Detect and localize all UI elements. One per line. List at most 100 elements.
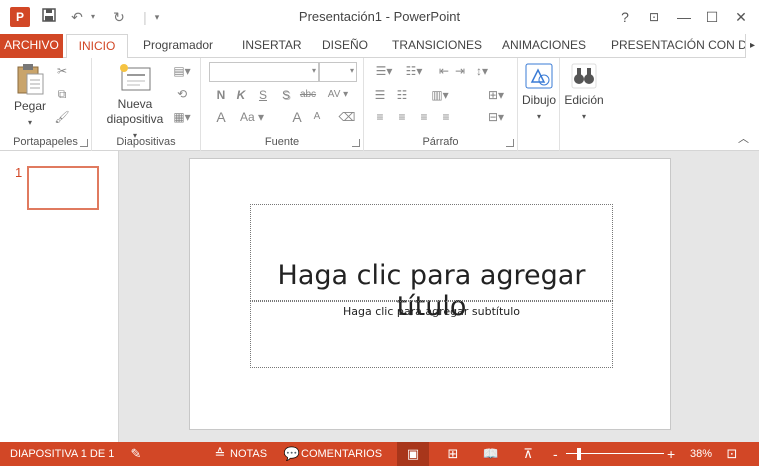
new-slide-button[interactable]: Nueva diapositiva ▾ xyxy=(104,62,166,143)
group-label-clipboard: Portapapeles xyxy=(13,136,78,148)
layout-icon[interactable]: ▤▾ xyxy=(168,62,196,80)
subtitle-placeholder[interactable]: Haga clic para agregar subtítulo xyxy=(250,301,613,368)
bold-button[interactable]: N xyxy=(211,86,231,104)
paste-label: Pegar xyxy=(13,99,47,113)
font-size-combobox[interactable]: ▾ xyxy=(319,62,357,82)
zoom-level[interactable]: 38% xyxy=(690,442,712,466)
align-left-icon[interactable]: ≡ xyxy=(370,108,390,126)
copy-icon[interactable]: ⧉ xyxy=(52,85,72,103)
convert-smartart-icon[interactable]: ⊟▾ xyxy=(482,108,510,126)
fit-to-window-icon[interactable]: ⊡ xyxy=(723,446,741,462)
paragraph-dialog-launcher[interactable] xyxy=(506,139,514,147)
change-case-label: Aa xyxy=(239,110,255,124)
align-center-icon[interactable]: ≡ xyxy=(392,108,412,126)
reset-icon[interactable]: ⟲ xyxy=(168,85,196,103)
tab-developer[interactable]: Programador xyxy=(137,34,219,58)
tab-insert[interactable]: INSERTAR xyxy=(236,34,308,58)
paste-dropdown-icon: ▾ xyxy=(27,118,32,127)
slideshow-view-icon[interactable]: ⊼ xyxy=(519,446,537,462)
notes-button[interactable]: NOTAS xyxy=(230,442,267,466)
tab-animations[interactable]: ANIMACIONES xyxy=(496,34,592,58)
numbered-list-icon[interactable]: ☷ xyxy=(392,86,412,104)
group-slides: Nueva diapositiva ▾ ▤▾ ⟲ ▦▾ Diapositivas xyxy=(92,58,201,151)
reading-view-icon[interactable]: 📖 xyxy=(482,446,500,462)
grow-font-button[interactable]: A xyxy=(287,108,307,126)
close-button[interactable]: ✕ xyxy=(729,6,753,28)
editing-label: Edición xyxy=(564,93,604,107)
undo-dropdown-icon[interactable]: ▾ xyxy=(84,8,102,26)
group-label-font: Fuente xyxy=(264,136,300,148)
character-spacing-label: AV xyxy=(327,89,341,100)
drawing-dropdown-icon: ▾ xyxy=(536,112,541,121)
new-slide-label-line2: diapositiva xyxy=(106,112,164,126)
work-area: 1 Haga clic para agregar título Haga cli… xyxy=(0,151,759,442)
slide-sorter-icon[interactable]: ⊞ xyxy=(444,446,462,462)
slide-counter[interactable]: DIAPOSITIVA 1 DE 1 xyxy=(10,442,114,466)
minimize-button[interactable]: — xyxy=(672,6,696,28)
status-bar: DIAPOSITIVA 1 DE 1 ✎ ≙ NOTAS 💬 COMENTARI… xyxy=(0,442,759,466)
font-family-combobox[interactable]: ▾ xyxy=(209,62,319,82)
redo-icon[interactable]: ↻ xyxy=(110,8,128,26)
save-icon[interactable] xyxy=(40,8,58,26)
clear-formatting-button[interactable]: ⌫ xyxy=(337,108,357,126)
shapes-icon xyxy=(525,63,553,89)
group-paragraph: ☰▾ ☷▾ ⇤ ⇥ ↕▾ ☰ ☷ ▥▾ ≡ ≡ ≡ ≡ ⇅ ⊞▾ ⊟▾ Párr… xyxy=(364,58,518,151)
collapse-ribbon-button[interactable]: ︿ xyxy=(738,130,749,146)
numbering-icon[interactable]: ☷▾ xyxy=(400,62,428,80)
customize-quick-access-icon[interactable]: ▾ xyxy=(148,8,166,26)
group-editing: Edición ▾ xyxy=(560,58,608,151)
strikethrough-button[interactable]: abc xyxy=(298,86,318,104)
tab-design[interactable]: DISEÑO xyxy=(316,34,374,58)
zoom-in-button[interactable]: + xyxy=(667,442,675,466)
italic-button[interactable]: K xyxy=(231,86,251,104)
powerpoint-app-icon[interactable]: P xyxy=(10,7,30,27)
tab-scroll-right-button[interactable]: ▸ xyxy=(745,34,759,58)
spelling-icon[interactable]: ✎ xyxy=(127,446,145,462)
ribbon-tabs: ARCHIVO INICIO Programador INSERTAR DISE… xyxy=(0,34,759,59)
group-clipboard: Pegar ▾ ✂ ⧉ 🖌 Portapapeles xyxy=(0,58,92,151)
slide-canvas[interactable]: Haga clic para agregar título Haga clic … xyxy=(189,158,671,430)
font-color-button[interactable]: A xyxy=(211,108,231,126)
character-spacing-button[interactable]: AV ▾ xyxy=(321,86,355,104)
font-dialog-launcher[interactable] xyxy=(352,139,360,147)
cut-icon[interactable]: ✂ xyxy=(52,62,72,80)
increase-indent-icon[interactable]: ⇥ xyxy=(450,62,470,80)
align-right-icon[interactable]: ≡ xyxy=(414,108,434,126)
zoom-out-button[interactable]: - xyxy=(553,442,558,466)
underline-button[interactable]: S xyxy=(253,86,273,104)
shadow-button[interactable]: S xyxy=(276,86,296,104)
change-case-button[interactable]: Aa ▾ xyxy=(235,108,269,126)
editing-button[interactable]: Edición ▾ xyxy=(560,62,608,122)
align-text-icon[interactable]: ⊞▾ xyxy=(482,86,510,104)
notes-icon[interactable]: ≙ xyxy=(211,446,229,462)
shrink-font-button[interactable]: A xyxy=(307,108,327,126)
maximize-button[interactable]: ☐ xyxy=(700,6,724,28)
binoculars-icon xyxy=(571,63,597,89)
drawing-button[interactable]: Dibujo ▾ xyxy=(518,62,560,122)
tab-slideshow[interactable]: PRESENTACIÓN CON DIA xyxy=(605,34,759,58)
tab-file[interactable]: ARCHIVO xyxy=(0,34,63,58)
columns-icon[interactable]: ▥▾ xyxy=(426,86,454,104)
bullets-list-icon[interactable]: ☰ xyxy=(370,86,390,104)
comments-icon[interactable]: 💬 xyxy=(283,446,301,462)
comments-button[interactable]: COMENTARIOS xyxy=(301,442,382,466)
title-placeholder[interactable]: Haga clic para agregar título xyxy=(250,204,613,322)
zoom-slider-thumb[interactable] xyxy=(577,448,581,460)
normal-view-icon[interactable]: ▣ xyxy=(397,442,429,466)
tab-transitions[interactable]: TRANSICIONES xyxy=(386,34,488,58)
section-icon[interactable]: ▦▾ xyxy=(168,108,196,126)
paste-button[interactable]: Pegar ▾ xyxy=(8,62,52,128)
group-label-paragraph: Párrafo xyxy=(422,136,459,148)
bullets-icon[interactable]: ☰▾ xyxy=(370,62,398,80)
group-label-slides: Diapositivas xyxy=(116,136,176,148)
clipboard-dialog-launcher[interactable] xyxy=(80,139,88,147)
ribbon-display-options-button[interactable]: ⊡ xyxy=(642,6,666,28)
new-slide-icon xyxy=(120,64,151,91)
tab-home[interactable]: INICIO xyxy=(66,34,128,59)
format-painter-icon[interactable]: 🖌 xyxy=(52,108,72,126)
line-spacing-icon[interactable]: ↕▾ xyxy=(468,62,496,80)
help-button[interactable]: ? xyxy=(613,6,637,28)
slide-thumbnail[interactable] xyxy=(27,166,99,210)
justify-icon[interactable]: ≡ xyxy=(436,108,456,126)
clipboard-icon xyxy=(17,64,44,95)
